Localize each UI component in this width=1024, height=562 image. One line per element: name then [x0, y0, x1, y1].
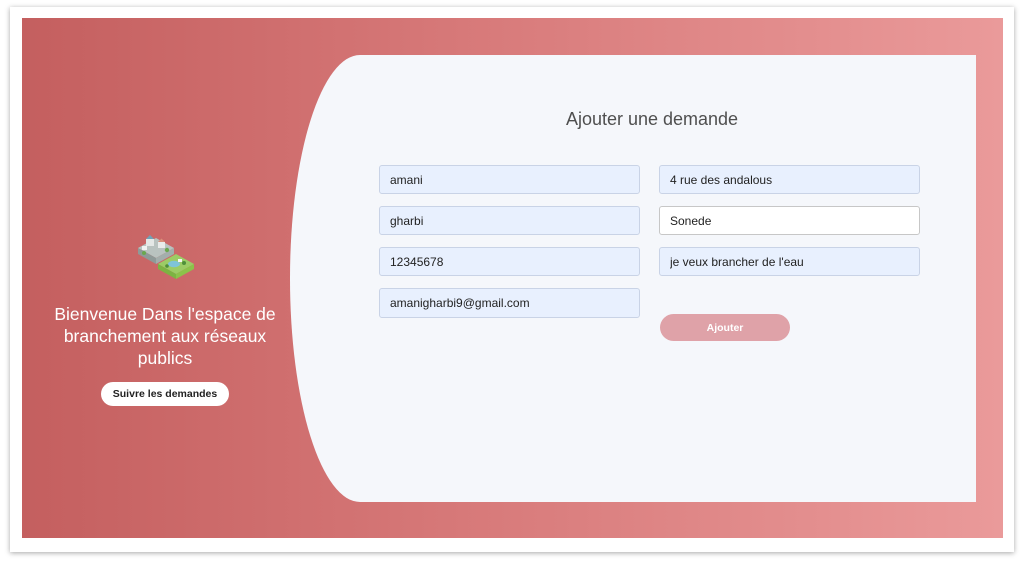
welcome-section: Bienvenue Dans l'espace de branchement a… — [22, 18, 312, 538]
request-form-panel: Ajouter une demande Ajouter — [290, 55, 976, 502]
request-banner: Bienvenue Dans l'espace de branchement a… — [22, 18, 1003, 538]
description-input[interactable] — [659, 247, 920, 276]
email-input[interactable] — [379, 288, 640, 318]
form-title: Ajouter une demande — [565, 109, 739, 129]
first-name-input[interactable] — [379, 165, 640, 194]
welcome-message: Bienvenue Dans l'espace de branchement a… — [54, 304, 276, 368]
last-name-input[interactable] — [379, 206, 640, 235]
address-input[interactable] — [659, 165, 920, 194]
provider-input[interactable] — [659, 206, 920, 235]
city-network-illustration-icon — [138, 235, 194, 279]
track-requests-button[interactable]: Suivre les demandes — [101, 382, 229, 406]
phone-input[interactable] — [379, 247, 640, 276]
add-request-button[interactable]: Ajouter — [660, 314, 790, 341]
